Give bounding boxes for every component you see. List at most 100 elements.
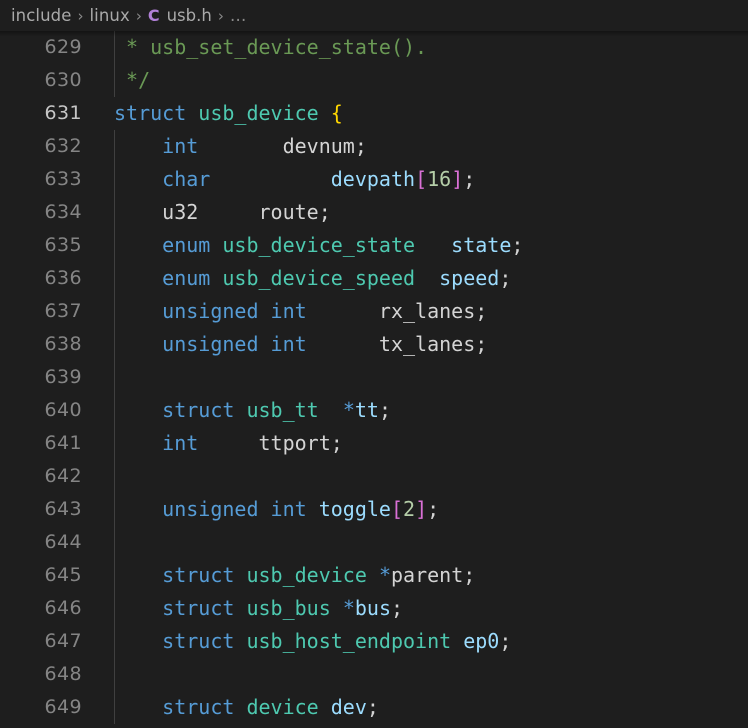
code-line[interactable]: 643 unsigned int toggle[2]; <box>0 493 748 526</box>
line-number: 646 <box>44 597 82 619</box>
code-line[interactable]: 636 enum usb_device_speed speed; <box>0 262 748 295</box>
code-token: parent <box>390 563 464 587</box>
code-line[interactable]: 645 struct usb_device *parent; <box>0 559 748 592</box>
code-token: usb_device_speed <box>222 266 416 290</box>
code-line-content: enum usb_device_state state; <box>114 229 523 262</box>
breadcrumb-item-linux[interactable]: linux <box>89 6 129 25</box>
code-line[interactable]: 630 */ <box>0 64 748 97</box>
line-number: 636 <box>44 267 82 289</box>
code-token: ; <box>390 596 404 620</box>
line-number: 640 <box>44 399 82 421</box>
code-token: ; <box>499 629 512 653</box>
line-number: 634 <box>44 201 82 223</box>
code-line-content: struct usb_host_endpoint ep0; <box>114 625 511 658</box>
code-token: enum <box>162 233 211 257</box>
code-token: device <box>246 695 319 719</box>
code-token: ep0 <box>463 629 500 653</box>
line-number: 644 <box>44 531 82 553</box>
code-token: * <box>378 563 391 587</box>
code-token: int <box>162 134 199 158</box>
line-number: 635 <box>44 234 82 256</box>
breadcrumb-item-overflow[interactable]: … <box>230 6 248 25</box>
code-token: tx_lanes <box>378 332 476 356</box>
code-token: state <box>451 233 512 257</box>
indent-guide <box>114 361 115 394</box>
indent-guide <box>114 460 115 493</box>
code-line[interactable]: 647 struct usb_host_endpoint ep0; <box>0 625 748 658</box>
code-line[interactable]: 633 char devpath[16]; <box>0 163 748 196</box>
code-line[interactable]: 634 u32 route; <box>0 196 748 229</box>
indent-guide <box>114 526 115 559</box>
code-token: * <box>342 398 355 422</box>
code-line[interactable]: 641 int ttport; <box>0 427 748 460</box>
code-token: usb_device <box>246 563 367 587</box>
code-token: ; <box>463 167 476 191</box>
code-line-content: struct usb_device *parent; <box>114 559 475 592</box>
code-token: struct <box>162 695 235 719</box>
code-line[interactable]: 646 struct usb_bus *bus; <box>0 592 748 625</box>
line-number: 641 <box>44 432 82 454</box>
code-line[interactable]: 639 <box>0 361 748 394</box>
code-line[interactable]: 649 struct device dev; <box>0 691 748 724</box>
code-token: usb_bus <box>246 596 331 620</box>
code-line[interactable]: 642 <box>0 460 748 493</box>
code-line[interactable]: 637 unsigned int rx_lanes; <box>0 295 748 328</box>
code-line-content: * usb_set_device_state(). <box>114 31 427 64</box>
code-line[interactable]: 631 struct usb_device { <box>0 97 748 130</box>
code-line[interactable]: 638 unsigned int tx_lanes; <box>0 328 748 361</box>
code-token: toggle <box>318 497 391 521</box>
code-token: struct <box>162 398 235 422</box>
code-line[interactable]: 640 struct usb_tt *tt; <box>0 394 748 427</box>
code-token: 16 <box>427 167 452 191</box>
code-editor[interactable]: 629 * usb_set_device_state(). 630 */631st… <box>0 31 748 728</box>
code-token: usb_tt <box>246 398 319 422</box>
line-number: 629 <box>44 36 82 58</box>
code-line-content: struct usb_device { <box>114 97 343 130</box>
breadcrumb-separator-icon: › <box>217 6 224 25</box>
code-token: usb_host_endpoint <box>246 629 452 653</box>
code-token: ; <box>499 266 512 290</box>
line-number: 642 <box>44 465 82 487</box>
breadcrumb-item-include[interactable]: include <box>11 6 71 25</box>
code-token: int <box>162 431 199 455</box>
code-token: rx_lanes <box>378 299 476 323</box>
code-token: * usb_set_device_state(). <box>114 35 428 59</box>
code-line-content: */ <box>114 64 150 97</box>
code-token: devpath <box>330 167 416 191</box>
code-token: ] <box>415 497 428 521</box>
code-line-content: unsigned int toggle[2]; <box>114 493 439 526</box>
code-token: ; <box>475 332 488 356</box>
code-token: */ <box>114 68 151 92</box>
code-line[interactable]: 632 int devnum; <box>0 130 748 163</box>
code-line[interactable]: 648 <box>0 658 748 691</box>
code-line[interactable]: 644 <box>0 526 748 559</box>
code-token: struct <box>162 596 235 620</box>
code-token: unsigned int <box>162 497 307 521</box>
code-line[interactable]: 629 * usb_set_device_state(). <box>0 31 748 64</box>
code-token: bus <box>354 596 391 620</box>
breadcrumb-item-usb-h[interactable]: usb.h <box>167 6 212 25</box>
breadcrumb-separator-icon: › <box>135 6 142 25</box>
code-token: ttport <box>258 431 331 455</box>
code-line[interactable]: 635 enum usb_device_state state; <box>0 229 748 262</box>
